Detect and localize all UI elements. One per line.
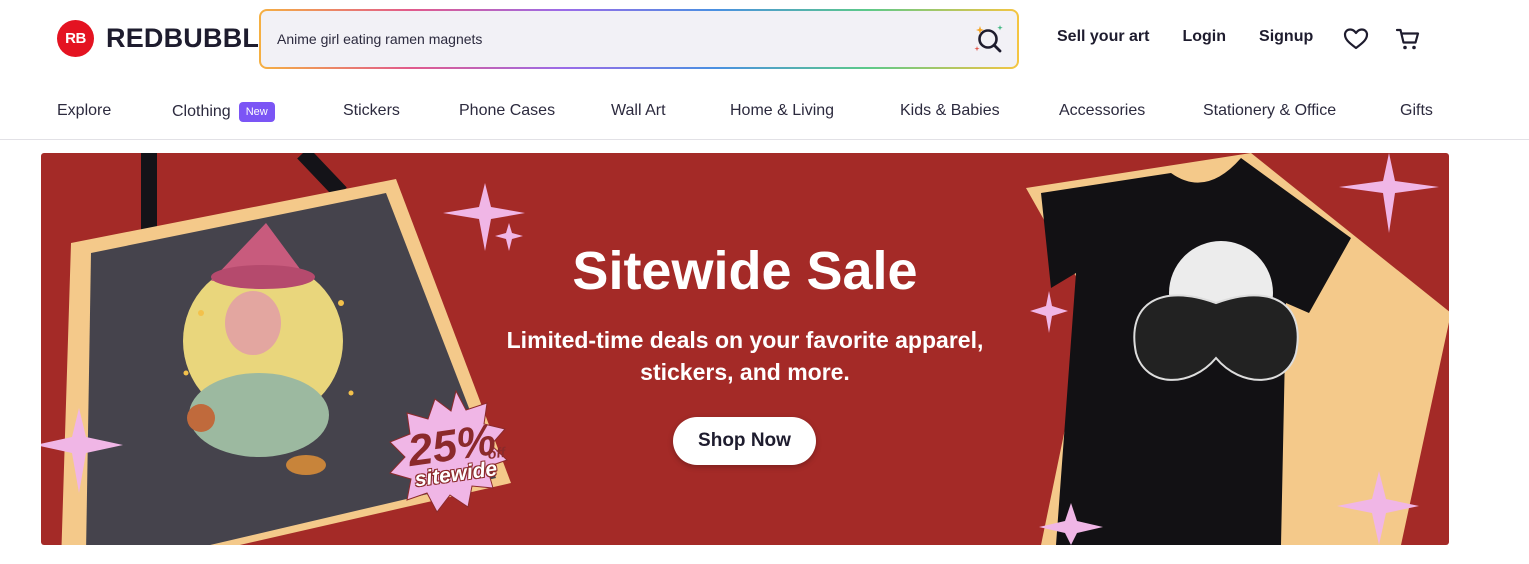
nav-item-label: Explore — [57, 102, 112, 119]
nav-item-home-living[interactable]: Home & Living — [730, 102, 834, 120]
cart-button[interactable] — [1395, 27, 1421, 56]
nav-item-wall-art[interactable]: Wall Art — [611, 102, 666, 120]
banner-subtitle: Limited-time deals on your favorite appa… — [465, 324, 1025, 388]
nav-item-clothing[interactable]: Clothing New — [172, 102, 275, 122]
sparkle-icon — [1339, 153, 1439, 233]
nav-item-stationery-office[interactable]: Stationery & Office — [1203, 102, 1336, 120]
banner-title: Sitewide Sale — [572, 241, 918, 301]
nav-item-label: Home & Living — [730, 102, 835, 119]
logo-mark: RB — [57, 20, 94, 57]
search-bar — [259, 9, 1019, 69]
login-link[interactable]: Login — [1182, 28, 1226, 46]
nav-item-phone-cases[interactable]: Phone Cases — [459, 102, 555, 120]
nav-item-label: Kids & Babies — [900, 102, 1000, 119]
nav-item-label: Gifts — [1400, 102, 1433, 119]
logo-wordmark: REDBUBBLE — [106, 23, 278, 53]
nav-item-gifts[interactable]: Gifts — [1400, 102, 1433, 120]
sell-your-art-link[interactable]: Sell your art — [1057, 28, 1149, 46]
search-icon — [974, 25, 1003, 53]
cat-illustration — [187, 404, 215, 432]
nav-item-label: Accessories — [1059, 102, 1146, 119]
nav-item-label: Stationery & Office — [1203, 102, 1337, 119]
nav-item-label: Stickers — [343, 102, 400, 119]
nav-item-label: Phone Cases — [459, 102, 556, 119]
category-nav: Explore Clothing New Stickers Phone Case… — [0, 90, 1529, 140]
banner-subtitle-line: stickers, and more. — [640, 359, 850, 385]
search-button[interactable] — [973, 22, 1007, 56]
wishlist-button[interactable] — [1343, 27, 1369, 56]
shop-now-button[interactable]: Shop Now — [673, 417, 816, 465]
logo[interactable]: RB REDBUBBLE — [57, 20, 277, 57]
new-badge: New — [238, 102, 275, 122]
account-links: Sell your art Login Signup — [1057, 28, 1346, 46]
nav-item-explore[interactable]: Explore — [57, 102, 111, 120]
nav-item-kids-babies[interactable]: Kids & Babies — [900, 102, 1000, 120]
nav-item-accessories[interactable]: Accessories — [1059, 102, 1145, 120]
signup-link[interactable]: Signup — [1259, 28, 1313, 46]
sale-banner[interactable]: 25% off sitewide Sitewide Sale Limited-t… — [41, 153, 1449, 545]
nav-item-stickers[interactable]: Stickers — [343, 102, 400, 120]
search-input[interactable] — [277, 11, 967, 67]
tote-strap — [297, 153, 347, 199]
banner-subtitle-line: Limited-time deals on your favorite appa… — [506, 327, 984, 353]
nav-item-label: Clothing — [172, 103, 231, 120]
sticker-off: off — [486, 443, 507, 463]
cart-icon — [1395, 28, 1420, 50]
search-field-container — [261, 11, 1017, 67]
nav-item-label: Wall Art — [611, 102, 666, 119]
heart-icon — [1343, 28, 1369, 50]
